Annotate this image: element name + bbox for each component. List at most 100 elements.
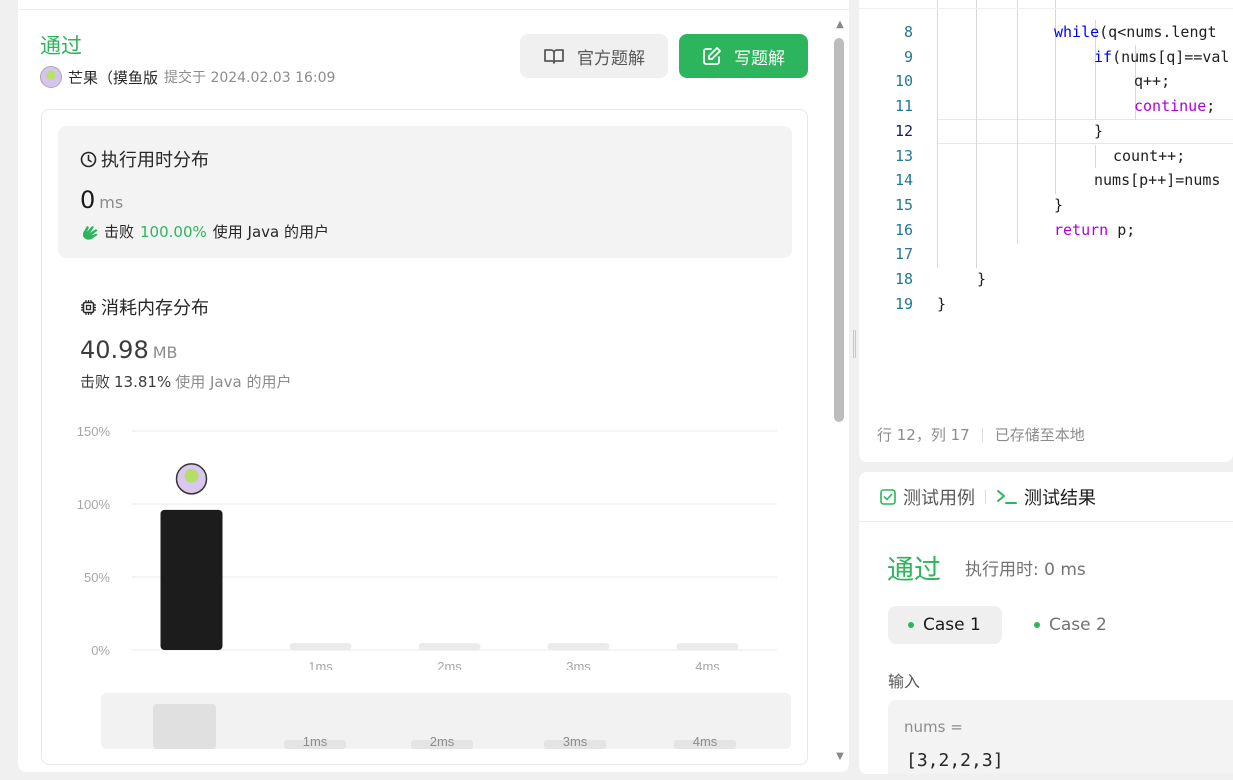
y-tick-label: 100% [77,497,111,512]
chip-icon [81,299,96,315]
memory-beat-prefix: 击败 [80,373,111,391]
write-solution-label: 写题解 [734,48,785,69]
y-tick-label: 50% [84,570,110,585]
code-line[interactable]: 9 if(nums[q]==val [859,45,1233,70]
result-tabs: 测试用例 测试结果 [859,472,1233,522]
chart-bar[interactable] [418,643,481,650]
clock-icon [80,151,97,167]
official-solution-label: 官方题解 [577,48,645,69]
memory-title-text: 消耗内存分布 [101,298,209,319]
divider [985,489,986,504]
chart-range-slider[interactable]: 1ms 2ms 3ms 4ms [101,693,791,749]
runtime-section[interactable]: 执行用时分布 0 ms 击败 100.00% 使用 Java 的用户 [58,126,792,258]
result-runtime: 执行用时: 0 ms [965,560,1086,580]
code-text: if(nums[q]==val [1094,47,1230,66]
edit-icon [703,47,721,65]
divider [981,427,983,442]
code-text: while(q<nums.lengt [1054,23,1217,41]
runtime-title: 执行用时分布 [80,146,209,172]
mini-tick-label: 3ms [563,734,588,749]
scrollbar-thumb[interactable] [834,38,844,422]
y-tick-label: 150% [77,424,111,439]
editor-status-bar: 行 12，列 17 已存储至本地 [877,424,1085,445]
x-tick-label: 4ms [695,659,720,670]
code-editor-panel: 8 while(q<nums.lengt 9 if(nums[q]==val 10 q++… [859,0,1233,462]
code-line[interactable]: 15} [859,193,1233,218]
input-label: 输入 [888,672,921,691]
divider [859,8,1233,9]
checkbox-icon [880,488,896,505]
code-line[interactable]: 18} [859,267,1233,292]
save-status: 已存储至本地 [994,426,1085,444]
input-param-value[interactable]: [3,2,2,3] [906,750,1004,771]
submission-detail-panel: 通过 芒果（摸鱼版 提交于 2024.02.03 16:09 官方题解 写题解 … [18,0,849,772]
line-number: 10 [894,72,913,91]
code-line[interactable]: 19} [859,292,1233,317]
terminal-icon [997,489,1017,504]
input-param-name: nums = [904,718,963,736]
line-number: 19 [894,294,913,313]
runtime-unit: ms [99,193,124,212]
memory-unit: MB [152,343,178,362]
username-link[interactable]: 芒果（摸鱼版 [68,67,158,88]
stats-card: 执行用时分布 0 ms 击败 100.00% 使用 Java 的用户 消耗内存分布 [41,109,808,765]
code-line[interactable]: 8 while(q<nums.lengt [859,20,1233,45]
tab-test-results[interactable]: 测试结果 [996,484,1096,510]
submit-time: 提交于 2024.02.03 16:09 [164,70,336,86]
x-tick-label: 1ms [308,659,333,670]
chart-bar[interactable] [676,643,739,650]
submission-status: 通过 [40,34,82,58]
code-text: } [1054,195,1064,214]
panel-resize-handle[interactable] [853,330,856,358]
mini-tick-label: 4ms [693,734,718,749]
x-tick-label: 3ms [566,659,591,670]
line-number: 11 [894,97,913,116]
mini-chart: 1ms 2ms 3ms 4ms [153,704,736,749]
case-2-tab[interactable]: Case 2 [1019,606,1129,644]
case-1-tab[interactable]: Case 1 [888,606,1002,644]
code-text: } [937,294,947,313]
avatar[interactable] [40,66,62,88]
memory-number: 40.98 [80,336,149,364]
line-number: 13 [894,146,913,165]
chart-bar[interactable] [547,643,610,650]
chart-bar[interactable] [289,643,352,650]
y-tick-label: 0% [91,643,110,658]
runtime-beat-percent: 100.00% [140,222,207,241]
code-line[interactable]: 17 [859,242,1233,267]
code-line[interactable]: 12} [859,119,1233,144]
code-text: } [1094,121,1104,140]
code-line[interactable]: 10 q++; [859,69,1233,94]
runtime-beat-suffix: 使用 Java 的用户 [212,223,329,241]
code-editor[interactable]: 8 while(q<nums.lengt 9 if(nums[q]==val 10 q++… [859,0,1233,415]
memory-title[interactable]: 消耗内存分布 [80,294,209,320]
book-icon [544,49,564,64]
chart-bar[interactable] [160,509,223,650]
memory-beat: 击败 13.81% 使用 Java 的用户 [80,371,291,392]
scroll-down-arrow[interactable]: ▼ [834,752,846,762]
code-text: q++; [1134,72,1171,91]
memory-beat-suffix: 使用 Java 的用户 [175,373,292,391]
line-number: 14 [894,171,913,190]
test-result-panel: 测试用例 测试结果 通过 执行用时: 0 ms Case 1 Case 2 输入… [859,472,1233,774]
cursor-position[interactable]: 行 12，列 17 [877,424,970,445]
code-line[interactable]: 11 continue; [859,94,1233,119]
case-1-label: Case 1 [923,615,981,635]
code-text: } [977,270,987,288]
code-line[interactable]: 13 count++; [859,144,1233,169]
memory-beat-percent: 13.81% [114,373,172,391]
official-solution-button[interactable]: 官方题解 [520,34,668,78]
tab-test-cases-label: 测试用例 [903,487,975,509]
scroll-up-arrow[interactable]: ▲ [834,20,846,30]
code-text: nums[p++]=nums [1094,171,1221,190]
code-text: count++; [1113,146,1186,165]
code-line[interactable]: 16 return p; [859,218,1233,243]
line-number: 15 [894,195,913,214]
line-number: 9 [903,47,913,66]
line-number: 8 [903,23,913,41]
line-number: 12 [894,121,913,140]
write-solution-button[interactable]: 写题解 [679,34,808,78]
tab-test-cases[interactable]: 测试用例 [879,484,975,510]
input-box: nums = [3,2,2,3] [888,700,1233,774]
code-line[interactable]: 14 nums[p++]=nums [859,168,1233,193]
